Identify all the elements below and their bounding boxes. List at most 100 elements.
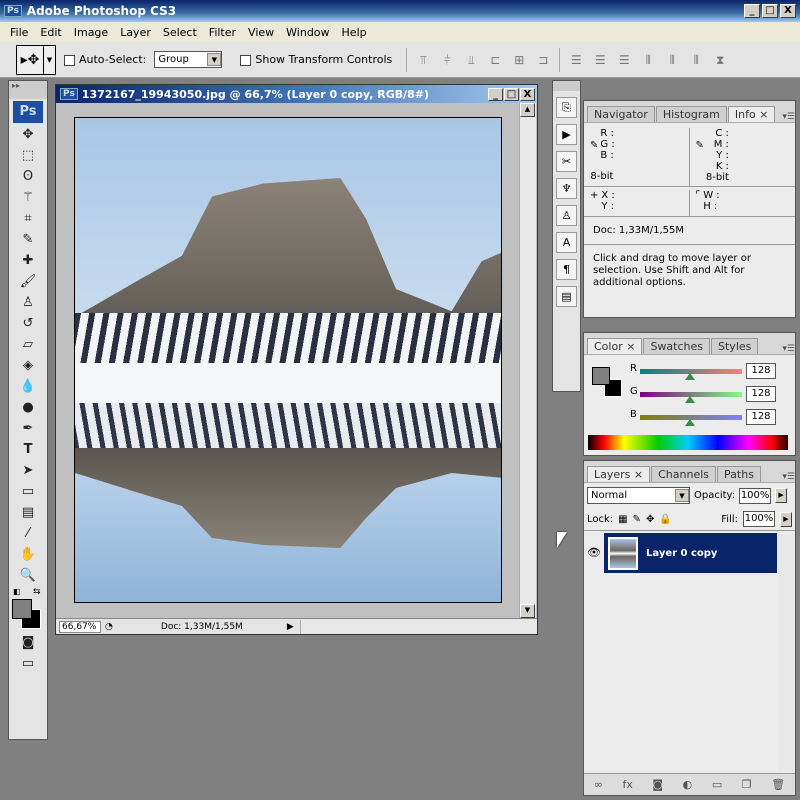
menu-select[interactable]: Select bbox=[157, 26, 203, 39]
distribute-hcenter-icon[interactable]: ⫴ bbox=[664, 53, 680, 67]
history-brush-tool-icon[interactable]: ↺ bbox=[18, 314, 38, 333]
menu-help[interactable]: Help bbox=[336, 26, 373, 39]
stamp-tool-icon[interactable]: ♙ bbox=[18, 293, 38, 312]
tool-preset-picker[interactable]: ▸✥ ▼ bbox=[16, 44, 56, 75]
tool-presets-icon[interactable]: ✂ bbox=[556, 151, 577, 172]
tab-navigator[interactable]: Navigator bbox=[587, 106, 655, 122]
g-value-input[interactable]: 128 bbox=[746, 386, 776, 402]
tab-styles[interactable]: Styles bbox=[711, 338, 759, 354]
layer-mask-icon[interactable]: ◙ bbox=[652, 778, 663, 791]
tab-info[interactable]: Info × bbox=[727, 106, 776, 122]
default-colors-icon[interactable]: ◧ bbox=[13, 587, 21, 596]
distribute-left-icon[interactable]: ⫴ bbox=[640, 53, 656, 67]
align-top-icon[interactable]: ⫪ bbox=[415, 53, 431, 67]
eraser-tool-icon[interactable]: ▱ bbox=[18, 335, 38, 354]
horizontal-scrollbar[interactable] bbox=[299, 619, 537, 634]
new-layer-icon[interactable]: ❐ bbox=[742, 778, 752, 791]
move-tool-icon[interactable]: ✥ bbox=[18, 125, 38, 144]
tab-color[interactable]: Color × bbox=[587, 338, 643, 354]
foreground-color-swatch[interactable] bbox=[592, 367, 610, 385]
g-slider-thumb[interactable] bbox=[685, 396, 695, 403]
layer-row[interactable]: 👁 Layer 0 copy bbox=[584, 533, 795, 573]
lock-transparency-icon[interactable]: ▦ bbox=[618, 514, 627, 525]
show-transform-checkbox[interactable]: Show Transform Controls bbox=[240, 53, 392, 66]
blend-mode-dropdown[interactable]: Normal ▼ bbox=[587, 487, 690, 504]
new-group-icon[interactable]: ▭ bbox=[712, 778, 722, 791]
auto-select-checkbox[interactable]: Auto-Select: bbox=[64, 53, 146, 66]
align-bottom-icon[interactable]: ⫫ bbox=[463, 53, 479, 67]
minimize-button[interactable]: _ bbox=[744, 4, 760, 18]
lock-position-icon[interactable]: ✥ bbox=[646, 514, 654, 525]
foreground-color[interactable] bbox=[12, 599, 32, 619]
lasso-tool-icon[interactable]: ʘ bbox=[18, 167, 38, 186]
menu-window[interactable]: Window bbox=[280, 26, 335, 39]
auto-align-icon[interactable]: ⧗ bbox=[712, 53, 728, 67]
doc-minimize-button[interactable]: _ bbox=[488, 87, 503, 101]
menu-layer[interactable]: Layer bbox=[114, 26, 157, 39]
vertical-scrollbar[interactable]: ▲ ▼ bbox=[519, 103, 536, 618]
distribute-right-icon[interactable]: ⫴ bbox=[688, 53, 704, 67]
auto-select-dropdown[interactable]: Group ▼ bbox=[154, 51, 223, 68]
quick-mask-icon[interactable]: ◙ bbox=[18, 633, 38, 652]
color-swatches[interactable]: ◧ ⇆ bbox=[9, 587, 47, 631]
align-left-icon[interactable]: ⊏ bbox=[487, 53, 503, 67]
type-tool-icon[interactable]: T bbox=[18, 440, 38, 459]
panel-menu-icon[interactable]: ▾☰ bbox=[782, 472, 795, 482]
tab-swatches[interactable]: Swatches bbox=[643, 338, 711, 354]
r-value-input[interactable]: 128 bbox=[746, 363, 776, 379]
photoshop-logo-icon[interactable]: Ps bbox=[13, 101, 43, 123]
pen-tool-icon[interactable]: ✒ bbox=[18, 419, 38, 438]
panel-menu-icon[interactable]: ▾☰ bbox=[782, 112, 795, 122]
tab-paths[interactable]: Paths bbox=[717, 466, 761, 482]
notes-tool-icon[interactable]: ▤ bbox=[18, 503, 38, 522]
align-hcenter-icon[interactable]: ⊞ bbox=[511, 53, 527, 67]
menu-filter[interactable]: Filter bbox=[203, 26, 242, 39]
b-slider-thumb[interactable] bbox=[685, 419, 695, 426]
tab-layers[interactable]: Layers × bbox=[587, 466, 651, 482]
status-options-icon[interactable]: ◔ bbox=[105, 622, 113, 632]
close-icon[interactable]: × bbox=[634, 468, 643, 481]
align-right-icon[interactable]: ⊐ bbox=[535, 53, 551, 67]
link-layers-icon[interactable]: ∞ bbox=[594, 778, 603, 791]
panel-menu-icon[interactable]: ▾☰ bbox=[782, 344, 795, 354]
delete-layer-icon[interactable]: 🗑 bbox=[771, 778, 785, 791]
scroll-down-button[interactable]: ▼ bbox=[520, 604, 535, 618]
close-icon[interactable]: × bbox=[626, 340, 635, 353]
distribute-top-icon[interactable]: ☰ bbox=[568, 53, 584, 67]
distribute-bottom-icon[interactable]: ☰ bbox=[616, 53, 632, 67]
dodge-tool-icon[interactable]: ● bbox=[18, 398, 38, 417]
toolbox-grip[interactable]: ▸▸ bbox=[9, 81, 47, 99]
opacity-arrow-icon[interactable]: ▶ bbox=[775, 488, 788, 503]
fill-input[interactable]: 100% bbox=[743, 511, 775, 527]
slice-tool-icon[interactable]: ✎ bbox=[18, 230, 38, 249]
tab-histogram[interactable]: Histogram bbox=[655, 106, 727, 122]
layer-style-icon[interactable]: fx bbox=[622, 778, 632, 791]
shape-tool-icon[interactable]: ▭ bbox=[18, 482, 38, 501]
zoom-level[interactable]: 66,67% bbox=[59, 620, 101, 633]
lock-pixels-icon[interactable]: ✎ bbox=[633, 514, 641, 525]
hand-tool-icon[interactable]: ✋ bbox=[18, 545, 38, 564]
screen-mode-icon[interactable]: ▭ bbox=[18, 654, 38, 673]
close-icon[interactable]: × bbox=[759, 108, 768, 121]
brush-tool-icon[interactable]: 🖌 bbox=[18, 272, 38, 291]
path-select-tool-icon[interactable]: ➤ bbox=[18, 461, 38, 480]
maximize-button[interactable]: □ bbox=[762, 4, 778, 18]
swap-colors-icon[interactable]: ⇆ bbox=[33, 587, 41, 597]
history-panel-icon[interactable]: ⎘ bbox=[556, 97, 577, 118]
menu-file[interactable]: File bbox=[4, 26, 34, 39]
marquee-tool-icon[interactable]: ⬚ bbox=[18, 146, 38, 165]
status-menu-arrow-icon[interactable]: ▶ bbox=[287, 622, 294, 632]
layer-comps-icon[interactable]: ▤ bbox=[556, 286, 577, 307]
menu-image[interactable]: Image bbox=[68, 26, 114, 39]
close-button[interactable]: X bbox=[780, 4, 796, 18]
doc-close-button[interactable]: X bbox=[520, 87, 535, 101]
scroll-up-button[interactable]: ▲ bbox=[520, 103, 535, 117]
eyedropper-tool-icon[interactable]: ⁄ bbox=[18, 524, 38, 543]
document-titlebar[interactable]: Ps 1372167_19943050.jpg @ 66,7% (Layer 0… bbox=[56, 85, 537, 103]
b-value-input[interactable]: 128 bbox=[746, 409, 776, 425]
character-panel-icon[interactable]: A bbox=[556, 232, 577, 253]
dock-grip[interactable] bbox=[553, 81, 580, 91]
actions-panel-icon[interactable]: ▶ bbox=[556, 124, 577, 145]
zoom-tool-icon[interactable]: 🔍 bbox=[18, 566, 38, 585]
color-spectrum-bar[interactable] bbox=[588, 435, 788, 450]
